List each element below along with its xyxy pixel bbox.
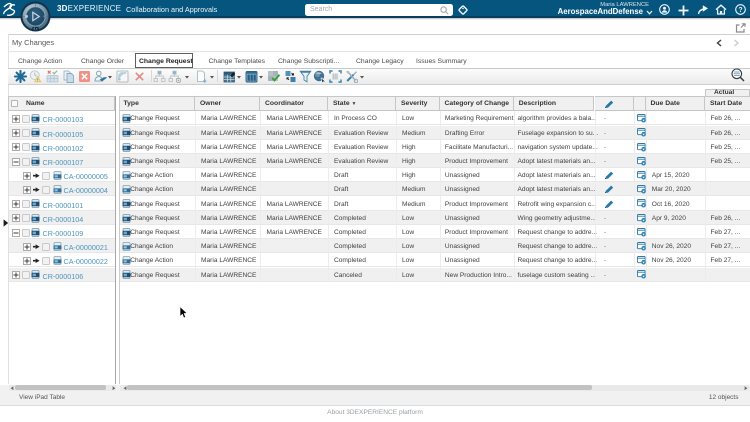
- svg-text:?: ?: [738, 7, 742, 14]
- svg-text:6.x: 6.x: [34, 27, 38, 31]
